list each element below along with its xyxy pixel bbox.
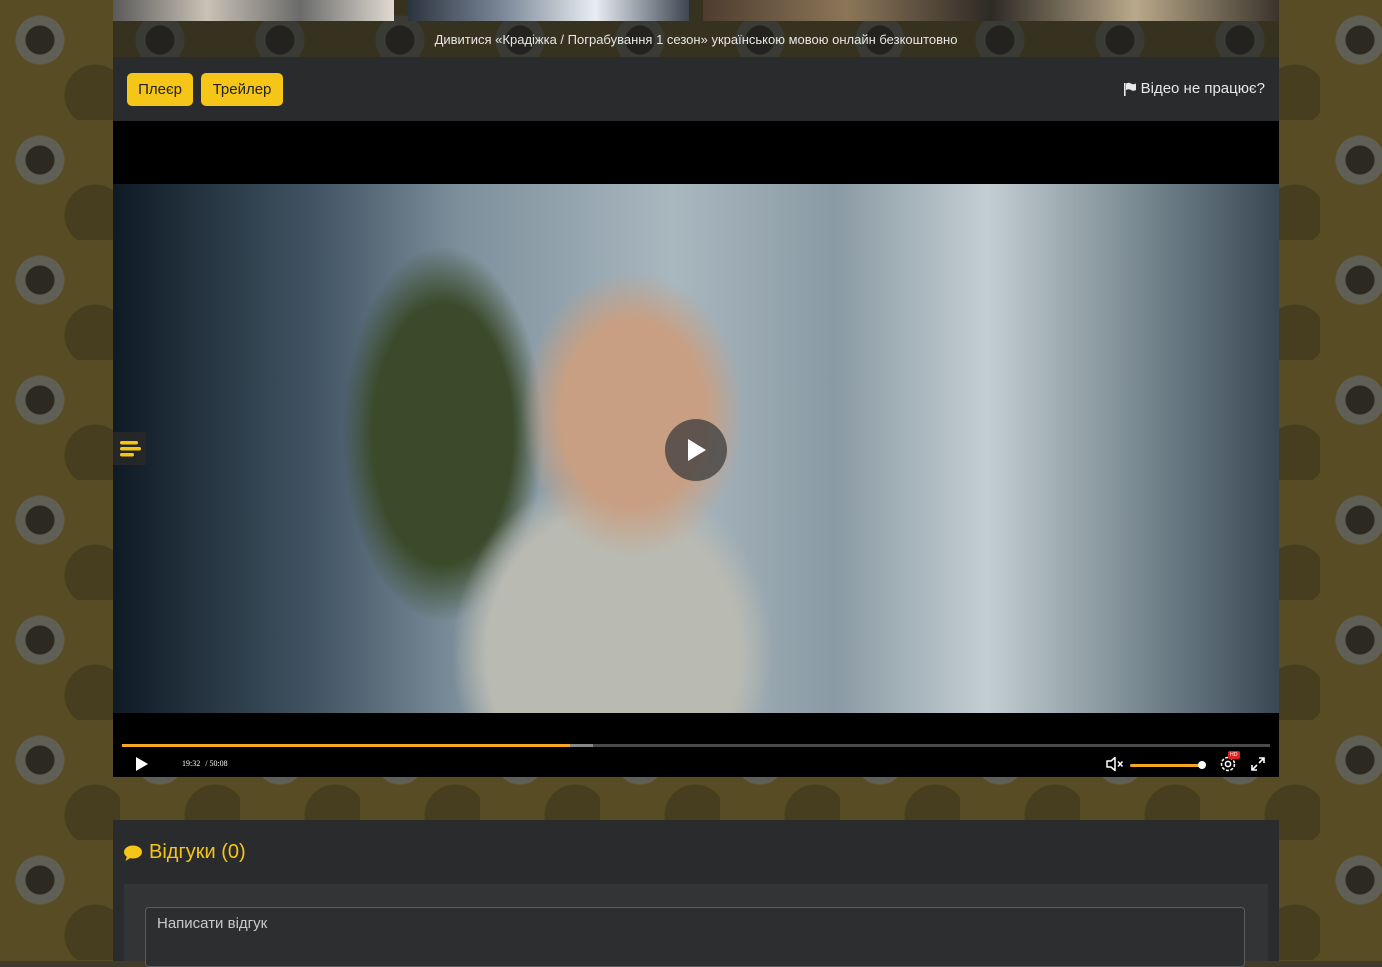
comment-form [124, 884, 1268, 967]
side-menu-button[interactable] [113, 432, 146, 465]
current-time: 19:32 [182, 759, 201, 768]
player-controls: 19:32 / 50:08 HD [113, 737, 1279, 777]
volume-muted-icon[interactable] [1106, 756, 1124, 772]
time-display: 19:32 / 50:08 [182, 759, 228, 768]
play-icon[interactable] [133, 755, 151, 773]
expand-icon[interactable] [1250, 756, 1266, 772]
comments-title: Відгуки (0) [149, 841, 246, 863]
screenshot-thumbnail[interactable] [703, 0, 1279, 21]
tab-trailer[interactable]: Трейлер [201, 73, 283, 106]
comment-bubble-icon [124, 845, 142, 861]
flag-icon [1123, 82, 1136, 96]
volume-slider[interactable] [1130, 764, 1202, 767]
volume-knob[interactable] [1198, 761, 1206, 769]
quality-badge: HD [1228, 751, 1240, 759]
progress-played [122, 744, 570, 747]
report-label: Відео не працює? [1140, 80, 1265, 97]
comment-textarea[interactable] [145, 907, 1245, 967]
watch-title: Дивитися «Крадіжка / Пограбування 1 сезо… [434, 32, 958, 47]
screenshot-thumbnail[interactable] [408, 0, 689, 21]
player-panel: Плеєр Трейлер Відео не працює? 19:32 / 5… [113, 57, 1279, 777]
comments-section: Відгуки (0) [113, 820, 1279, 967]
menu-lines-icon [119, 440, 141, 456]
screenshot-thumbnail[interactable] [113, 0, 394, 21]
progress-bar[interactable] [122, 744, 1270, 747]
tab-player[interactable]: Плеєр [127, 73, 193, 106]
center-play-button[interactable] [665, 419, 727, 481]
player-tabbar: Плеєр Трейлер Відео не працює? [113, 57, 1279, 121]
video-player[interactable]: 19:32 / 50:08 HD [113, 121, 1279, 777]
comments-heading: Відгуки (0) [123, 841, 246, 864]
duration: / 50:08 [205, 759, 228, 768]
play-icon [688, 439, 706, 461]
screenshot-strip: Дивитися «Крадіжка / Пограбування 1 сезо… [113, 0, 1279, 57]
report-video-link[interactable]: Відео не працює? [1123, 80, 1265, 97]
